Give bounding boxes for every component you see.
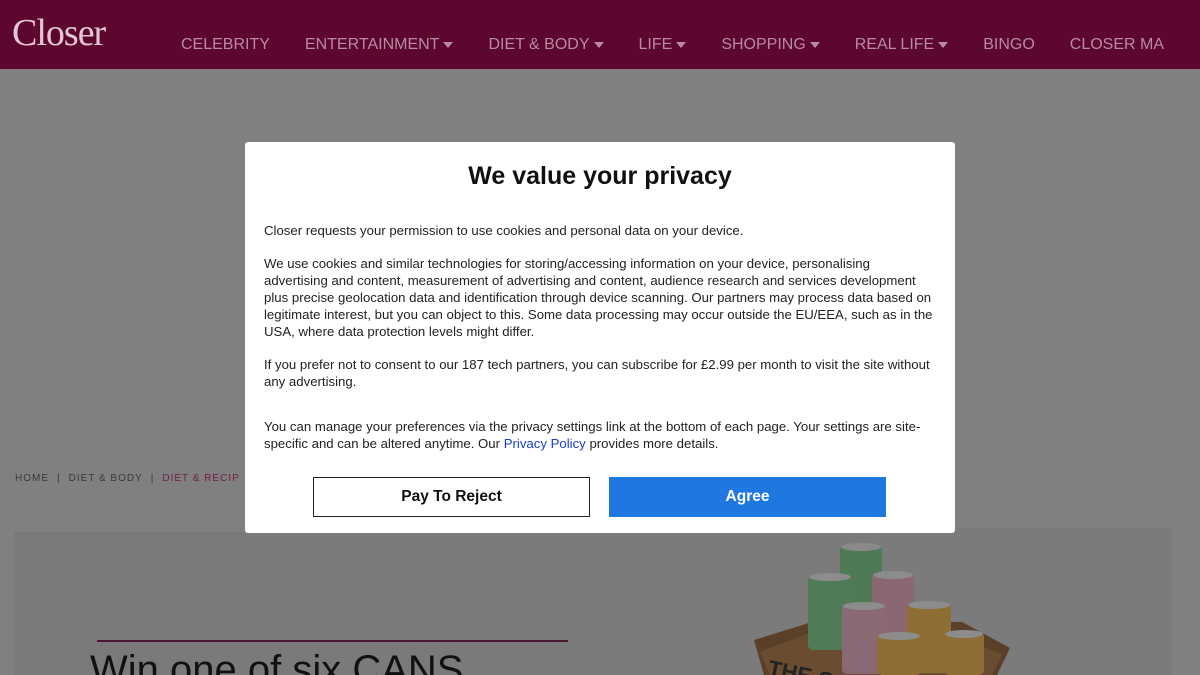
privacy-consent-dialog: We value your privacy Closer requests yo…: [245, 142, 955, 533]
product-image: THE C: [754, 543, 1010, 675]
privacy-policy-link[interactable]: Privacy Policy: [504, 436, 586, 451]
site-header: Closer CELEBRITY ENTERTAINMENT DIET & BO…: [0, 0, 1200, 69]
manage-text-end: provides more details.: [585, 436, 719, 451]
chevron-down-icon: [443, 42, 454, 48]
dialog-title: We value your privacy: [468, 162, 732, 190]
chevron-down-icon: [593, 42, 604, 48]
nav-item-entertainment[interactable]: ENTERTAINMENT: [305, 36, 454, 53]
nav-item-closer-magazine[interactable]: CLOSER MA: [1070, 36, 1164, 53]
chevron-down-icon: [938, 42, 949, 48]
site-logo[interactable]: Closer: [12, 14, 106, 52]
article-title: Win one of six CANS: [90, 648, 464, 675]
article-title-divider: [97, 640, 568, 642]
dialog-intro-text: Closer requests your permission to use c…: [264, 223, 744, 238]
nav-item-label: CLOSER MA: [1069, 36, 1165, 53]
nav-item-label: DIET & BODY: [488, 36, 590, 53]
nav-item-label: BINGO: [983, 36, 1035, 53]
dialog-manage-text: You can manage your preferences via the …: [264, 418, 934, 452]
breadcrumb-current[interactable]: DIET & RECIP: [162, 473, 239, 484]
nav-item-life[interactable]: LIFE: [639, 36, 687, 53]
dialog-subscribe-text: If you prefer not to consent to our 187 …: [264, 357, 930, 389]
nav-item-label: REAL LIFE: [854, 36, 935, 53]
chevron-down-icon: [809, 42, 820, 48]
nav-item-label: LIFE: [638, 36, 673, 53]
nav-item-label: ENTERTAINMENT: [304, 36, 440, 53]
breadcrumb-separator: |: [57, 473, 61, 484]
breadcrumb-separator: |: [150, 473, 155, 484]
pay-to-reject-button[interactable]: Pay To Reject: [313, 477, 590, 517]
nav-item-shopping[interactable]: SHOPPING: [721, 36, 820, 53]
breadcrumb-home[interactable]: HOME: [15, 473, 49, 484]
nav-item-label: SHOPPING: [721, 36, 806, 53]
nav-item-label: CELEBRITY: [181, 36, 270, 53]
nav-item-bingo[interactable]: BINGO: [983, 36, 1035, 53]
dialog-body-text: We use cookies and similar technologies …: [264, 256, 933, 339]
main-nav: CELEBRITY ENTERTAINMENT DIET & BODY LIFE…: [181, 36, 1199, 53]
chevron-down-icon: [676, 42, 687, 48]
agree-button[interactable]: Agree: [609, 477, 886, 517]
nav-item-diet-body[interactable]: DIET & BODY: [488, 36, 604, 53]
breadcrumb-section[interactable]: DIET & BODY: [69, 473, 143, 484]
nav-item-real-life[interactable]: REAL LIFE: [854, 36, 949, 53]
nav-item-celebrity[interactable]: CELEBRITY: [181, 36, 270, 53]
breadcrumb: HOME | DIET & BODY | DIET & RECIP: [15, 473, 240, 484]
